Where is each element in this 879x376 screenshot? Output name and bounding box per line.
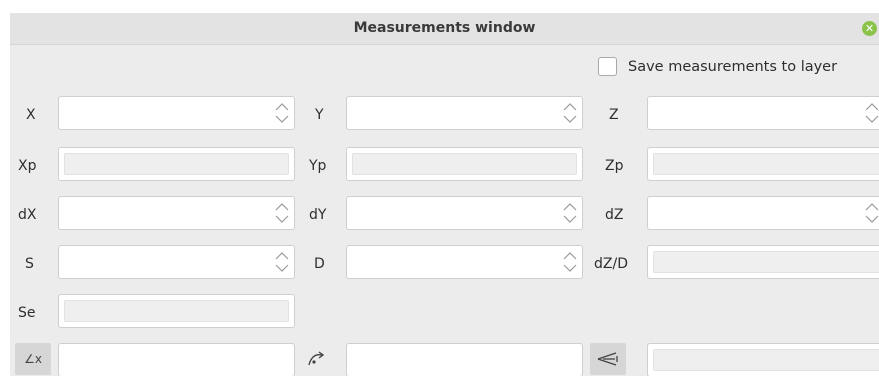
dy-spinbox[interactable] (346, 196, 583, 230)
label-y: Y (315, 107, 324, 123)
x-spinbox[interactable] (58, 96, 295, 130)
label-zp: Zp (605, 158, 624, 174)
label-s: S (25, 256, 34, 272)
spin-arrows-icon[interactable] (562, 249, 578, 275)
label-z: Z (609, 107, 619, 123)
s-spinbox[interactable] (58, 245, 295, 279)
label-dx: dX (18, 207, 37, 223)
spin-arrows-icon[interactable] (274, 200, 290, 226)
z-spinbox[interactable] (647, 96, 879, 130)
sight-line-icon[interactable] (590, 343, 626, 375)
d-spinbox[interactable] (346, 245, 583, 279)
xp-field (58, 147, 295, 181)
save-measurements-checkbox[interactable] (598, 57, 617, 76)
label-dz: dZ (605, 207, 624, 223)
title-bar: Measurements window ✕ (10, 13, 879, 45)
angle-field[interactable] (58, 343, 295, 376)
angle-x-icon[interactable]: ∠x (15, 343, 51, 375)
label-se: Se (18, 305, 36, 321)
spin-arrows-icon[interactable] (864, 200, 879, 226)
yp-field (346, 147, 583, 181)
spin-arrows-icon[interactable] (562, 100, 578, 126)
dz-d-field (647, 245, 879, 279)
sight-field (647, 343, 879, 376)
spin-arrows-icon[interactable] (864, 100, 879, 126)
y-spinbox[interactable] (346, 96, 583, 130)
curve-field[interactable] (346, 343, 583, 376)
zp-field (647, 147, 879, 181)
angle-x-label: ∠x (24, 352, 42, 366)
measurements-window: Measurements window ✕ Save measurements … (10, 13, 879, 376)
close-icon[interactable]: ✕ (862, 21, 877, 36)
label-xp: Xp (18, 158, 37, 174)
dz-spinbox[interactable] (647, 196, 879, 230)
label-dy: dY (309, 207, 327, 223)
curve-icon[interactable] (301, 343, 337, 375)
dx-spinbox[interactable] (58, 196, 295, 230)
spin-arrows-icon[interactable] (274, 100, 290, 126)
window-title: Measurements window (353, 20, 536, 36)
spin-arrows-icon[interactable] (274, 249, 290, 275)
spin-arrows-icon[interactable] (562, 200, 578, 226)
label-d: D (314, 256, 325, 272)
label-x: X (26, 107, 36, 123)
label-yp: Yp (309, 158, 327, 174)
label-dz-d: dZ/D (594, 256, 628, 272)
save-measurements-label[interactable]: Save measurements to layer (628, 56, 837, 78)
se-field (58, 294, 295, 328)
